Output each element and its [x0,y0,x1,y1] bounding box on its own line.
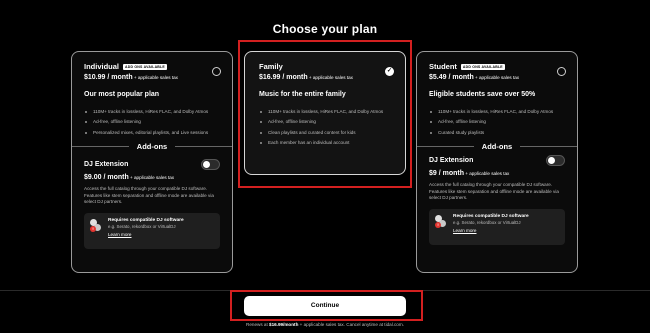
renewal-prefix: Renews at [246,322,270,327]
requirement-title: Requires compatible DJ software [453,214,529,220]
page-title: Choose your plan [272,22,378,36]
addon-price-amount: $9 [429,170,437,178]
addons-available-badge: ADD ONS AVAILABLE [123,63,167,70]
feature-list: 110M+ tracks in lossless, HiRes FLAC, an… [84,109,220,136]
dj-turntable-warning-icon: ! [435,215,447,229]
addon-tax-note: + applicable sales tax [464,171,510,177]
addon-name: DJ Extension [84,161,129,169]
highlight-frame-family [238,40,412,188]
price-amount: $5.49 [429,74,447,81]
addon-name: DJ Extension [429,157,474,165]
addon-price-period: / month [436,170,465,178]
renewal-suffix: + applicable sales tax. Cancel anytime a… [298,322,404,327]
price-tax-note: + applicable sales tax [473,75,520,80]
dj-extension-toggle[interactable] [546,155,565,167]
plan-name: Student [429,62,457,71]
plan-tagline: Our most popular plan [84,91,160,98]
price-period: / month [105,74,133,81]
feature-item: 110M+ tracks in lossless, HiRes FLAC, an… [84,109,220,115]
highlight-frame-continue [230,290,423,321]
addon-description: Access the full catalog through your com… [429,182,559,201]
plan-price: $5.49 / month + applicable sales tax [429,74,565,81]
feature-list: 110M+ tracks in lossless, HiRes FLAC, an… [429,109,565,136]
addons-heading: Add-ons [136,142,168,152]
plan-card-individual[interactable]: Individual ADD ONS AVAILABLE $10.99 / mo… [71,51,233,273]
plan-tagline: Eligible students save over 50% [429,91,536,98]
addon-price: $9.00 / month + applicable sales tax [84,174,220,181]
feature-item: Ad-free, offline listening [84,119,220,125]
dj-turntable-warning-icon: ! [90,219,102,233]
learn-more-link[interactable]: Learn more [453,228,529,233]
dj-extension-row: DJ Extension [84,159,220,171]
price-period: / month [446,74,474,81]
requirement-examples: e.g. Serato, rekordbox or VirtualDJ [453,220,521,226]
requirement-title: Requires compatible DJ software [108,218,184,224]
addons-available-badge: ADD ONS AVAILABLE [460,63,505,70]
dj-extension-toggle[interactable] [201,159,220,171]
learn-more-link[interactable]: Learn more [108,232,184,237]
addons-divider: Add-ons [72,142,232,151]
plan-name: Individual [84,62,120,71]
dj-software-requirement: ! Requires compatible DJ software e.g. S… [84,213,220,250]
feature-item: Personalized mixes, editorial playlists,… [84,130,220,136]
plan-name-row: Student ADD ONS AVAILABLE [429,62,565,71]
requirement-examples: e.g. Serato, rekordbox or VirtualDJ [108,224,176,230]
addons-divider: Add-ons [417,142,577,151]
toggle-knob [548,157,555,165]
feature-item: 110M+ tracks in lossless, HiRes FLAC, an… [429,109,565,115]
addon-price-period: / month [101,174,129,182]
feature-item: Curated study playlists [429,130,565,136]
plan-radio-individual[interactable] [212,67,221,76]
dj-software-requirement: ! Requires compatible DJ software e.g. S… [429,209,565,246]
feature-item: Ad-free, offline listening [429,119,565,125]
plan-radio-student[interactable] [557,67,566,76]
addon-description: Access the full catalog through your com… [84,186,214,205]
addon-price-amount: $9.00 [84,174,102,182]
dj-extension-row: DJ Extension [429,155,565,167]
toggle-knob [203,161,210,169]
addons-heading: Add-ons [481,142,513,152]
addon-tax-note: + applicable sales tax [128,175,175,181]
renewal-note: Renews at $16.99/month + applicable sale… [0,322,650,327]
renewal-price: $16.99/month [269,322,299,327]
price-amount: $10.99 [84,74,106,81]
addon-price: $9 / month + applicable sales tax [429,170,565,177]
plan-name-row: Individual ADD ONS AVAILABLE [84,62,220,71]
plan-card-student[interactable]: Student ADD ONS AVAILABLE $5.49 / month … [416,51,578,273]
price-tax-note: + applicable sales tax [132,75,178,80]
plan-price: $10.99 / month + applicable sales tax [84,74,220,81]
